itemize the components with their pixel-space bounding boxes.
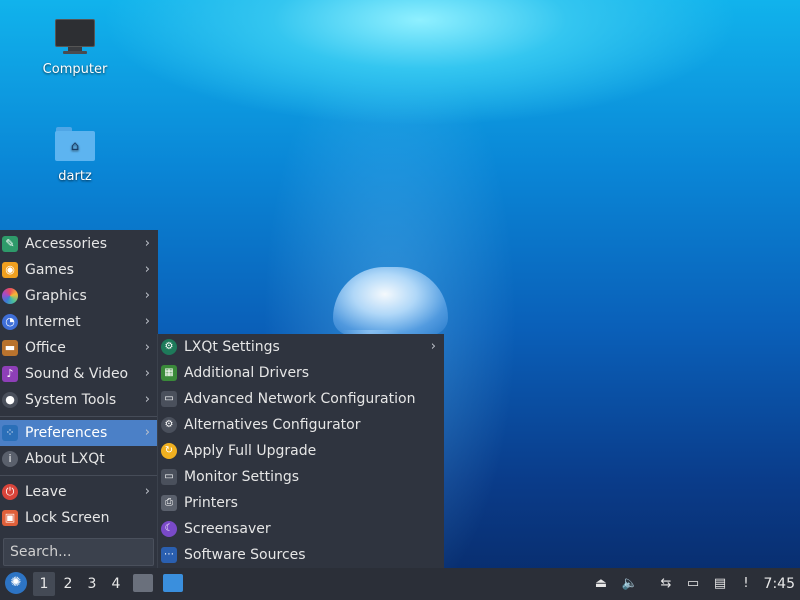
games-icon: ◉	[2, 262, 18, 278]
desktop-icon-label: Computer	[42, 62, 108, 77]
menu-item-label: Preferences	[25, 425, 108, 441]
submenu-item-label: LXQt Settings	[184, 339, 280, 355]
lock-icon: ▣	[2, 510, 18, 526]
submenu-item-network-configuration[interactable]: ▭ Advanced Network Configuration	[158, 386, 444, 412]
menu-item-sound-video[interactable]: ♪ Sound & Video ›	[0, 361, 158, 387]
submenu-item-alternatives-configurator[interactable]: ⚙ Alternatives Configurator	[158, 412, 444, 438]
menu-item-system-tools[interactable]: ● System Tools ›	[0, 387, 158, 413]
menu-item-lock-screen[interactable]: ▣ Lock Screen	[0, 505, 158, 531]
menu-item-preferences[interactable]: ⁘ Preferences ›	[0, 420, 158, 446]
wallpaper-jellyfish	[333, 267, 448, 335]
workspace-button-4[interactable]: 4	[105, 572, 127, 596]
menu-item-label: Games	[25, 262, 74, 278]
chevron-right-icon: ›	[144, 392, 150, 407]
chevron-right-icon: ›	[144, 484, 150, 499]
menu-item-label: Office	[25, 340, 66, 356]
start-menu-button[interactable]: ✺	[5, 572, 27, 594]
chevron-right-icon: ›	[144, 262, 150, 277]
menu-separator	[0, 416, 158, 417]
desktop-icon-home[interactable]: ⌂ dartz	[25, 125, 125, 184]
lubuntu-logo-icon: ✺	[10, 575, 22, 590]
menu-item-label: Lock Screen	[25, 510, 110, 526]
submenu-item-label: Apply Full Upgrade	[184, 443, 317, 459]
menu-item-label: Leave	[25, 484, 67, 500]
about-icon: i	[2, 451, 18, 467]
chevron-right-icon: ›	[430, 339, 436, 354]
menu-item-label: Internet	[25, 314, 81, 330]
menu-item-label: Sound & Video	[25, 366, 129, 382]
eject-icon[interactable]: ⏏	[591, 574, 611, 594]
home-folder-icon: ⌂	[54, 125, 96, 161]
menu-item-label: System Tools	[25, 392, 117, 408]
submenu-item-screensaver[interactable]: ☾ Screensaver	[158, 516, 444, 542]
submenu-item-printers[interactable]: ⎙ Printers	[158, 490, 444, 516]
office-icon: ▬	[2, 340, 18, 356]
submenu-item-label: Monitor Settings	[184, 469, 300, 485]
chevron-right-icon: ›	[144, 366, 150, 381]
clipboard-icon[interactable]: ▤	[710, 574, 730, 594]
system-tools-icon: ●	[2, 392, 18, 408]
display-icon[interactable]: ▭	[683, 574, 703, 594]
screensaver-icon: ☾	[161, 521, 177, 537]
menu-item-accessories[interactable]: ✎ Accessories ›	[0, 231, 158, 257]
menu-item-graphics[interactable]: Graphics ›	[0, 283, 158, 309]
chevron-right-icon: ›	[144, 314, 150, 329]
menu-item-label: Graphics	[25, 288, 87, 304]
update-notifier-icon[interactable]: !	[736, 574, 756, 594]
submenu-item-monitor-settings[interactable]: ▭ Monitor Settings	[158, 464, 444, 490]
menu-item-label: Accessories	[25, 236, 108, 252]
upgrade-icon: ↻	[161, 443, 177, 459]
submenu-item-label: Software Sources	[184, 547, 306, 563]
menu-item-office[interactable]: ▬ Office ›	[0, 335, 158, 361]
desktop-icon-computer[interactable]: Computer	[25, 18, 125, 77]
submenu-item-additional-drivers[interactable]: ▦ Additional Drivers	[158, 360, 444, 386]
volume-icon[interactable]: 🔈	[620, 574, 640, 594]
drivers-icon: ▦	[161, 365, 177, 381]
chevron-right-icon: ›	[144, 288, 150, 303]
sound-video-icon: ♪	[2, 366, 18, 382]
chevron-right-icon: ›	[144, 236, 150, 251]
taskbar: ✺ 1 2 3 4 ⏏ 🔈 ⇆ ▭ ▤ ! 7:45	[0, 568, 800, 600]
show-desktop-icon[interactable]	[163, 574, 183, 592]
menu-item-games[interactable]: ◉ Games ›	[0, 257, 158, 283]
menu-separator	[0, 475, 158, 476]
workspace-button-2[interactable]: 2	[57, 572, 79, 596]
preferences-submenu: ⚙ LXQt Settings › ▦ Additional Drivers ▭…	[157, 334, 444, 568]
leave-icon: ⏻	[2, 484, 18, 500]
submenu-item-label: Advanced Network Configuration	[184, 391, 416, 407]
submenu-item-apply-full-upgrade[interactable]: ↻ Apply Full Upgrade	[158, 438, 444, 464]
menu-item-internet[interactable]: ◔ Internet ›	[0, 309, 158, 335]
submenu-item-label: Screensaver	[184, 521, 271, 537]
chevron-right-icon: ›	[144, 425, 150, 440]
printer-icon: ⎙	[161, 495, 177, 511]
submenu-item-label: Alternatives Configurator	[184, 417, 361, 433]
chevron-right-icon: ›	[144, 340, 150, 355]
menu-item-leave[interactable]: ⏻ Leave ›	[0, 479, 158, 505]
submenu-item-lxqt-settings[interactable]: ⚙ LXQt Settings ›	[158, 334, 444, 360]
workspace-button-1[interactable]: 1	[33, 572, 55, 596]
preferences-icon: ⁘	[2, 425, 18, 441]
network-icon[interactable]: ⇆	[656, 574, 676, 594]
application-menu: ✎ Accessories › ◉ Games › Graphics › ◔ I…	[0, 230, 158, 568]
submenu-item-label: Additional Drivers	[184, 365, 310, 381]
internet-icon: ◔	[2, 314, 18, 330]
menu-search-input[interactable]	[3, 538, 154, 566]
menu-item-about[interactable]: i About LXQt	[0, 446, 158, 472]
submenu-item-label: Printers	[184, 495, 238, 511]
computer-icon	[54, 18, 96, 54]
graphics-icon	[2, 288, 18, 304]
clock[interactable]: 7:45	[764, 568, 795, 600]
submenu-item-software-sources[interactable]: ⋯ Software Sources	[158, 542, 444, 568]
desktop-icon-label: dartz	[58, 169, 92, 184]
lxqt-settings-icon: ⚙	[161, 339, 177, 355]
network-config-icon: ▭	[161, 391, 177, 407]
file-manager-launcher-icon[interactable]	[133, 574, 153, 592]
accessories-icon: ✎	[2, 236, 18, 252]
menu-item-label: About LXQt	[25, 451, 105, 467]
monitor-settings-icon: ▭	[161, 469, 177, 485]
software-sources-icon: ⋯	[161, 547, 177, 563]
workspace-button-3[interactable]: 3	[81, 572, 103, 596]
alternatives-icon: ⚙	[161, 417, 177, 433]
